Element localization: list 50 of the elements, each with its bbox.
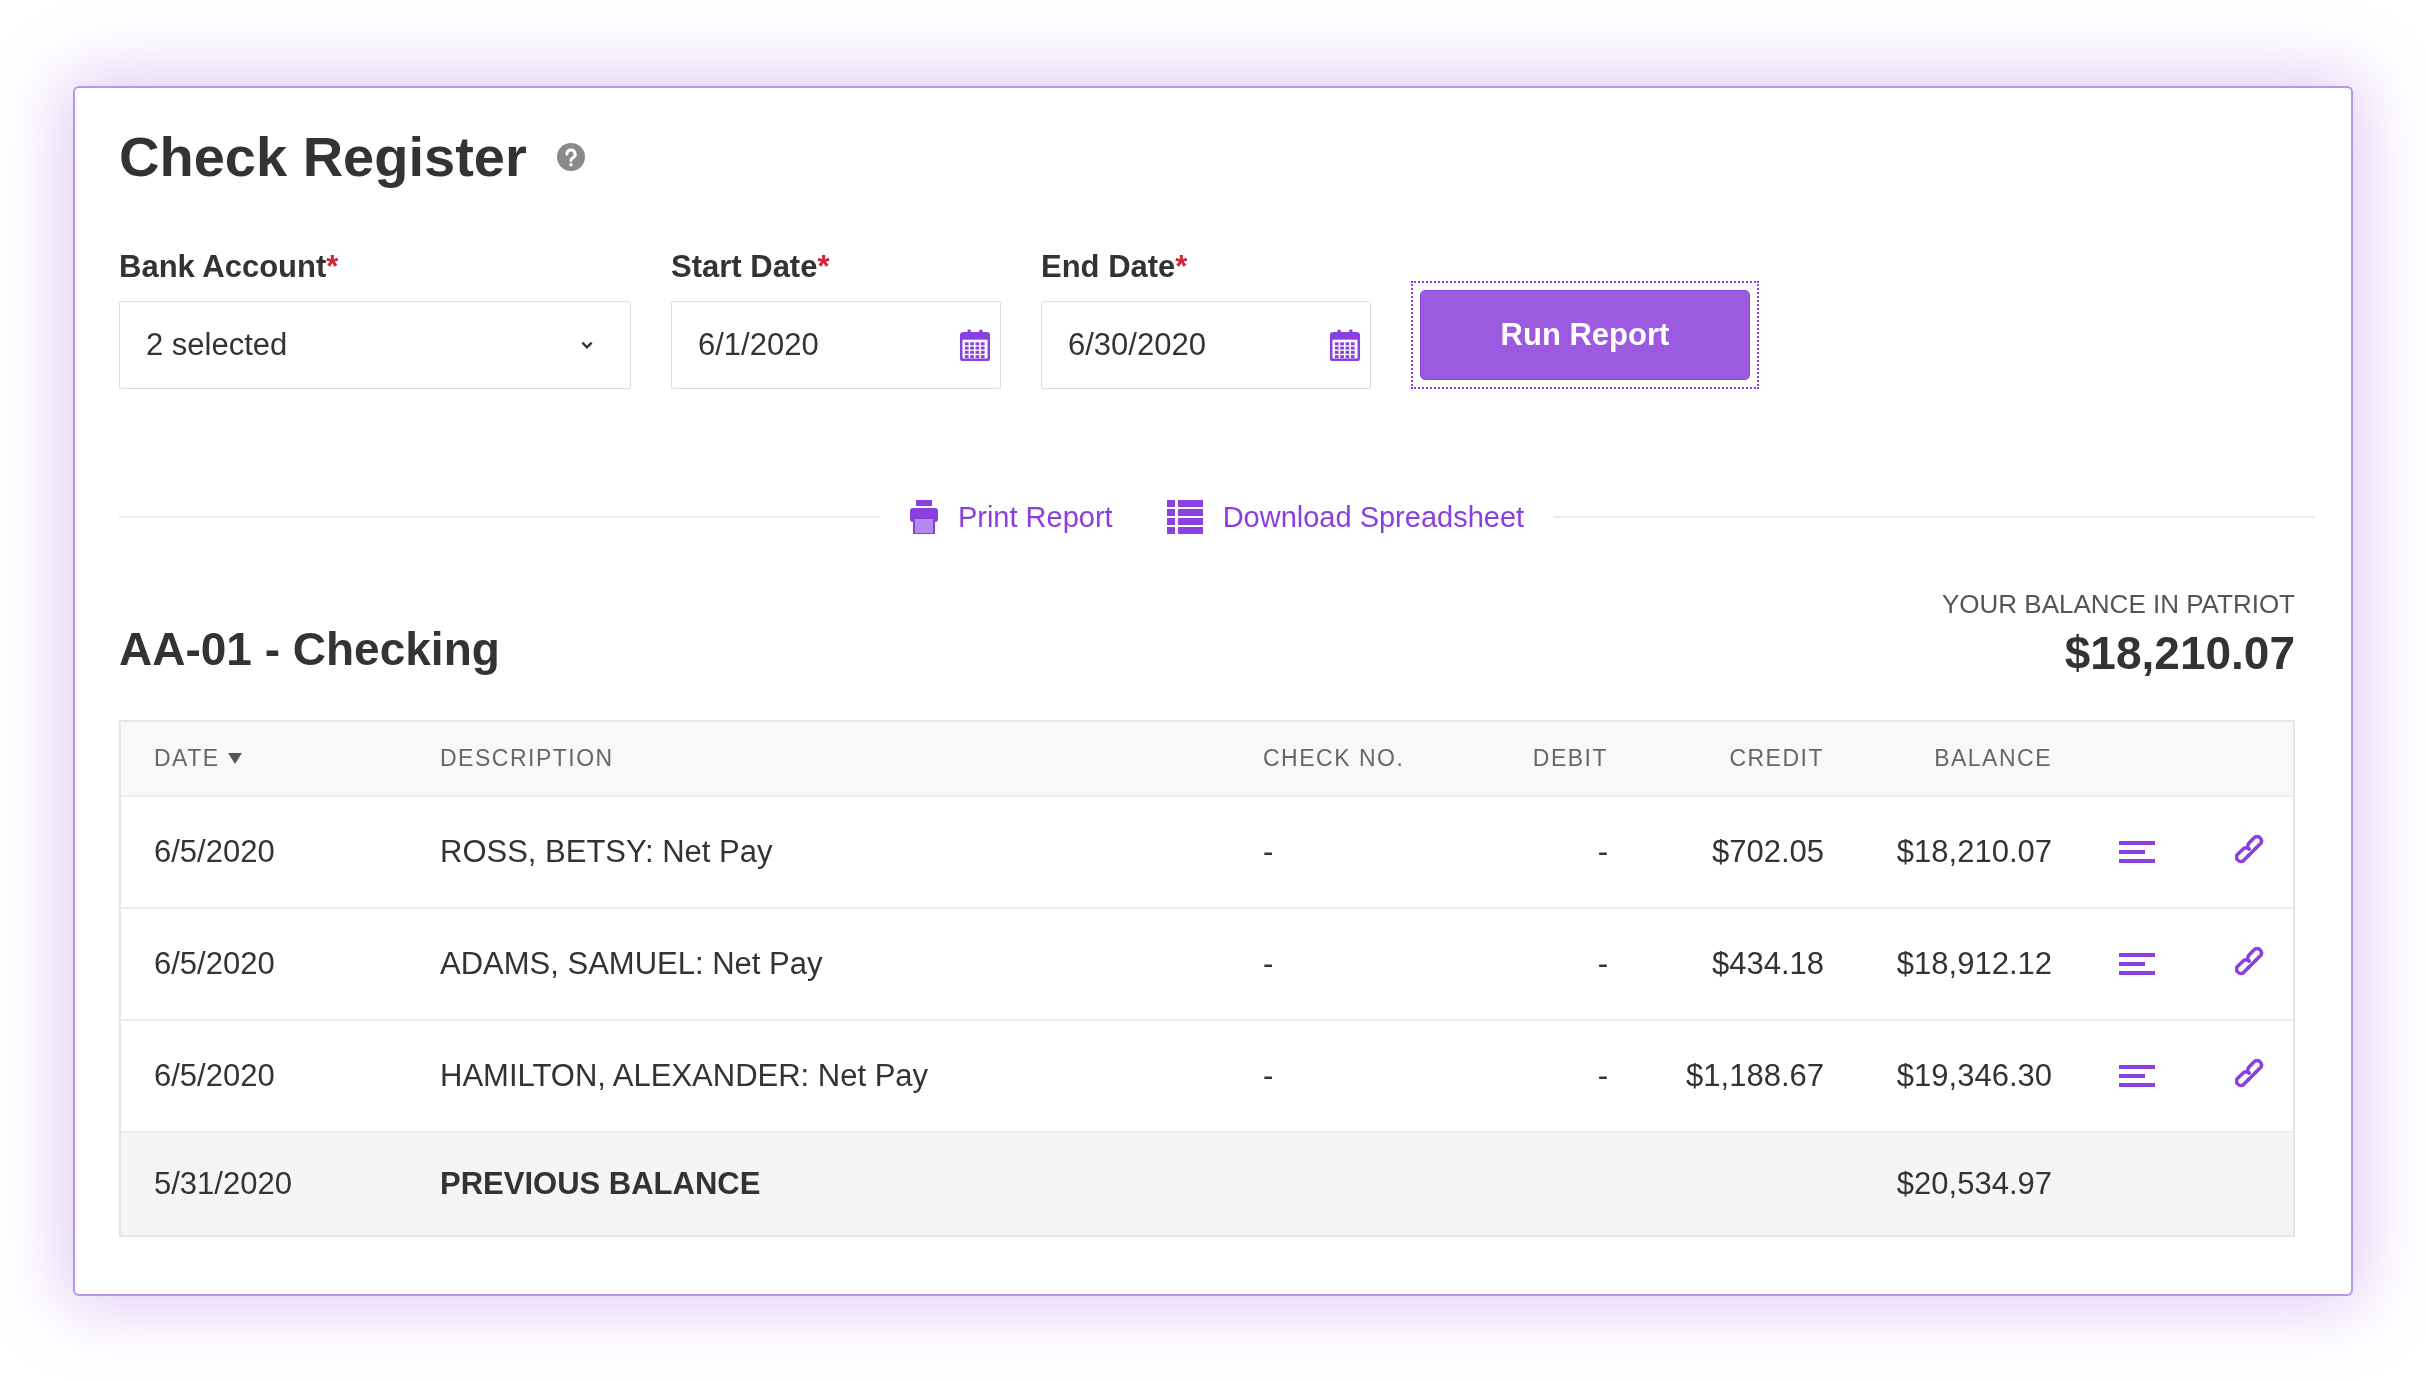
field-label: End Date* [1041, 249, 1189, 285]
column-header[interactable]: DATE [154, 745, 242, 772]
table-cell: 6/5/2020 [154, 834, 275, 870]
date-field[interactable]: 6/30/2020 [1041, 301, 1371, 389]
date-field[interactable]: 6/1/2020 [671, 301, 1001, 389]
table-cell: $18,912.12 [1896, 946, 2052, 982]
page-title: Check Register [119, 124, 527, 189]
table-cell: $20,534.97 [1896, 1166, 2052, 1202]
table-cell: 6/5/2020 [154, 946, 275, 982]
table-cell: $19,346.30 [1896, 1058, 2052, 1094]
table-cell: 5/31/2020 [154, 1166, 292, 1202]
calendar-icon[interactable] [960, 329, 990, 361]
run-report-button[interactable]: Run Report [1420, 290, 1750, 380]
field-label: Bank Account* [119, 249, 340, 285]
calendar-icon[interactable] [1330, 329, 1360, 361]
details-icon[interactable] [2119, 1065, 2155, 1087]
details-icon[interactable] [2119, 953, 2155, 975]
table-cell: - [1597, 834, 1608, 870]
table-cell: - [1263, 1058, 1274, 1094]
column-header: DESCRIPTION [440, 745, 614, 772]
field-label: Start Date* [671, 249, 831, 285]
table-cell: - [1263, 946, 1274, 982]
balance-label: YOUR BALANCE IN PATRIOT [1942, 589, 2295, 620]
table-cell: $434.18 [1711, 946, 1824, 982]
table-cell: ADAMS, SAMUEL: Net Pay [440, 946, 823, 982]
column-header: DEBIT [1532, 745, 1608, 772]
chevron-down-icon [580, 340, 594, 350]
print-report-link[interactable]: Print Report [909, 500, 1113, 534]
column-header: CHECK NO. [1263, 745, 1405, 772]
help-icon[interactable] [556, 142, 585, 171]
table-cell: - [1597, 1058, 1608, 1094]
details-icon[interactable] [2119, 841, 2155, 863]
list-icon [1166, 500, 1203, 534]
table-cell: ROSS, BETSY: Net Pay [440, 834, 773, 870]
table-cell: 6/5/2020 [154, 1058, 275, 1094]
table-cell: - [1263, 834, 1274, 870]
account-dropdown[interactable]: 2 selected [119, 301, 631, 389]
table-cell: PREVIOUS BALANCE [440, 1166, 761, 1202]
table-cell: - [1597, 946, 1608, 982]
table-cell: $1,188.67 [1686, 1058, 1824, 1094]
balance-amount: $18,210.07 [2064, 626, 2295, 680]
account-heading: AA-01 - Checking [119, 622, 500, 676]
download-spreadsheet-link[interactable]: Download Spreadsheet [1166, 500, 1525, 534]
printer-icon [909, 500, 938, 534]
column-header: CREDIT [1729, 745, 1824, 772]
table-cell: $18,210.07 [1896, 834, 2052, 870]
table-cell: $702.05 [1711, 834, 1824, 870]
column-header: BALANCE [1934, 745, 2052, 772]
table-cell: HAMILTON, ALEXANDER: Net Pay [440, 1058, 929, 1094]
sort-down-icon [227, 753, 242, 764]
